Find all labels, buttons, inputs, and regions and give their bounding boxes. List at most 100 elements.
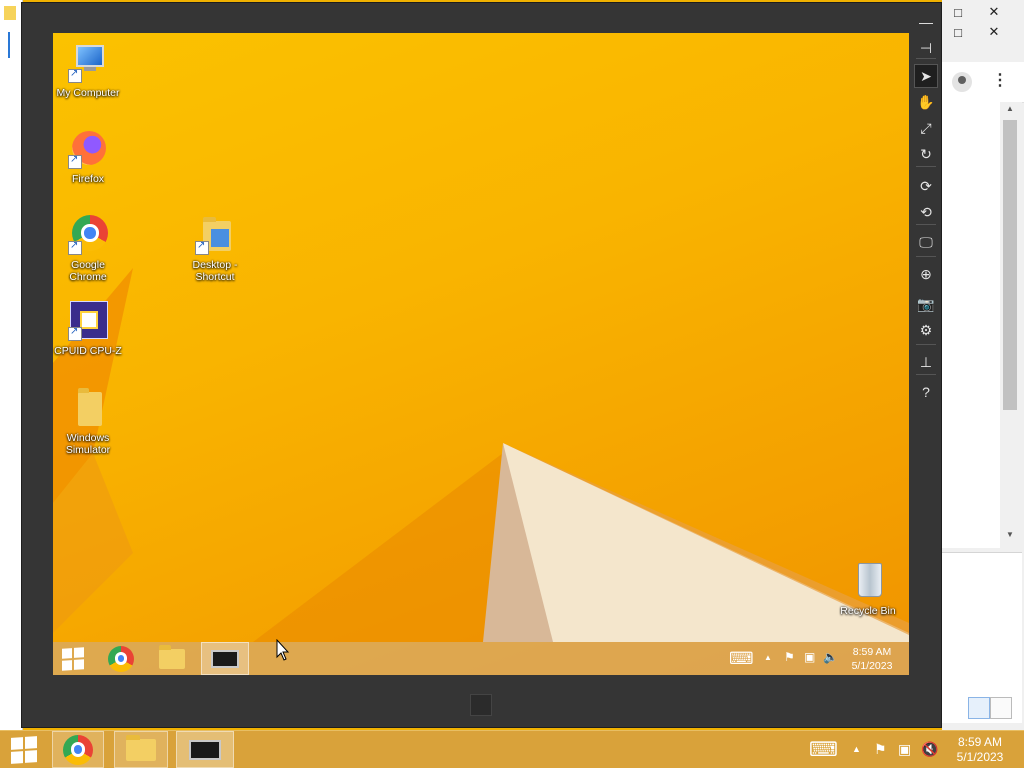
more-options-icon[interactable]: ⋮ xyxy=(992,70,1008,90)
shortcut-arrow-icon xyxy=(195,240,209,255)
recycle-bin-icon xyxy=(848,561,888,601)
host-taskbar-simulator-button[interactable] xyxy=(176,731,234,768)
large-icons-view-icon[interactable] xyxy=(990,697,1012,719)
shortcut-arrow-icon xyxy=(68,326,82,341)
desktop-icon-firefox[interactable]: Firefox xyxy=(53,129,123,185)
file-explorer-icon xyxy=(126,734,156,761)
background-window-right: □ ✕ □ ✕ ⋮ ▲ ▼ xyxy=(942,0,1024,730)
computer-icon xyxy=(68,43,108,83)
desktop-icon-label: My Computer xyxy=(56,87,120,99)
shortcut-arrow-icon xyxy=(68,240,82,255)
taskbar-clock[interactable]: 8:59 AM 5/1/2023 xyxy=(845,645,899,673)
volume-icon[interactable]: 🔈 xyxy=(823,650,838,664)
desktop-icon-label: Windows Simulator xyxy=(65,432,111,456)
desktop-icon-desktop-shortcut[interactable]: Desktop - Shortcut xyxy=(180,215,250,283)
toolbar-separator xyxy=(916,256,936,257)
scroll-down-arrow-icon[interactable]: ▼ xyxy=(1002,530,1018,544)
simulator-screen[interactable]: My Computer Firefox Google Chrome Deskto… xyxy=(53,33,909,675)
desktop-icon-label: Firefox xyxy=(71,173,105,185)
desktop-icon-google-chrome[interactable]: Google Chrome xyxy=(53,215,123,283)
clock-date: 5/1/2023 xyxy=(956,750,1004,764)
host-taskbar-file-explorer-button[interactable] xyxy=(114,731,168,768)
restore-icon[interactable]: □ xyxy=(948,22,968,42)
background-window-left xyxy=(0,0,23,730)
shortcut-arrow-icon xyxy=(68,68,82,83)
desktop-icon-my-computer[interactable]: My Computer xyxy=(53,43,123,99)
cpu-z-icon xyxy=(68,301,108,341)
toolbar-separator xyxy=(916,374,936,375)
desktop-icon-cpuid-cpu-z[interactable]: CPUID CPU-Z xyxy=(53,301,123,357)
folder-shortcut-icon xyxy=(195,215,235,255)
network-icon[interactable]: ▣ xyxy=(898,741,911,758)
panel-header: ⋮ xyxy=(942,62,1024,103)
monitor-icon xyxy=(211,649,239,668)
desktop-icon-label: Recycle Bin xyxy=(840,605,896,617)
clock-date: 5/1/2023 xyxy=(851,660,893,672)
toolbar-separator xyxy=(916,224,936,225)
vertical-scrollbar[interactable]: ▲ ▼ xyxy=(1000,102,1022,548)
folder-tab-icon xyxy=(4,6,16,20)
host-taskbar-clock[interactable]: 8:59 AM 5/1/2023 xyxy=(948,735,1012,765)
taskbar-display-button[interactable] xyxy=(201,642,249,675)
taskbar-chrome-button[interactable] xyxy=(101,642,141,675)
pin-icon[interactable]: ⊣ xyxy=(914,36,938,60)
clock-time: 8:59 AM xyxy=(957,735,1003,749)
chrome-icon xyxy=(68,215,108,255)
selection-bar xyxy=(8,32,10,58)
simulator-toolbar: — ⊣ ➤ ✋ ⤢ ↻ ⟳ ⟲ 🖵 ⊕ 📷 ⚙ ⊥? xyxy=(912,6,940,406)
windows-logo-icon xyxy=(62,646,84,671)
pinch-zoom-icon[interactable]: ⤢ xyxy=(914,116,938,140)
rotate-clockwise-icon[interactable]: ⟳ xyxy=(914,174,938,198)
show-hidden-icons-chevron-icon[interactable]: ▲ xyxy=(852,744,861,754)
network-icon[interactable]: ⊥ xyxy=(914,350,938,374)
hand-tool-icon[interactable]: ✋ xyxy=(914,90,938,114)
restore-icon[interactable]: □ xyxy=(948,2,968,22)
toolbar-separator xyxy=(916,344,936,345)
rotate-gesture-icon[interactable]: ↻ xyxy=(914,142,938,166)
taskbar-file-explorer-button[interactable] xyxy=(151,642,193,675)
clock-time: 8:59 AM xyxy=(852,646,892,658)
settings-icon[interactable]: ⚙ xyxy=(914,318,938,342)
chrome-icon xyxy=(108,645,134,672)
desktop-icon-recycle-bin[interactable]: Recycle Bin xyxy=(833,561,903,617)
chrome-icon xyxy=(63,734,93,765)
toolbar-separator xyxy=(916,166,936,167)
screenshot-icon[interactable]: 📷 xyxy=(914,292,938,316)
change-resolution-icon[interactable]: 🖵 xyxy=(914,230,938,254)
help-icon[interactable]: ? xyxy=(914,380,938,404)
scrollbar-thumb[interactable] xyxy=(1003,120,1017,410)
windows-home-button[interactable] xyxy=(470,694,492,716)
show-hidden-icons-chevron-icon[interactable]: ▲ xyxy=(764,653,772,662)
file-explorer-icon xyxy=(159,644,185,669)
scroll-up-arrow-icon[interactable]: ▲ xyxy=(1002,104,1018,118)
details-view-icon[interactable] xyxy=(968,697,990,719)
minimize-icon[interactable]: — xyxy=(914,10,938,34)
start-button[interactable] xyxy=(55,642,91,675)
wallpaper xyxy=(53,268,909,642)
firefox-icon xyxy=(68,129,108,169)
keyboard-icon[interactable]: ⌨ xyxy=(729,649,754,669)
close-icon[interactable]: ✕ xyxy=(984,2,1004,22)
network-icon[interactable]: ▣ xyxy=(804,650,815,664)
select-pointer-icon[interactable]: ➤ xyxy=(914,64,938,88)
desktop-icon-label: Google Chrome xyxy=(69,259,107,283)
host-start-button[interactable] xyxy=(2,731,46,768)
action-center-flag-icon[interactable]: ⚑ xyxy=(784,650,795,664)
windows-logo-icon xyxy=(11,735,37,764)
close-icon[interactable]: ✕ xyxy=(984,22,1004,42)
volume-muted-icon[interactable]: 🔇 xyxy=(921,741,938,758)
desktop-icon-windows-simulator[interactable]: Windows Simulator xyxy=(53,388,123,456)
mouse-cursor-icon xyxy=(276,639,290,661)
desktop-icon-label: CPUID CPU-Z xyxy=(54,345,122,357)
set-location-icon[interactable]: ⊕ xyxy=(914,262,938,286)
shortcut-arrow-icon xyxy=(68,154,82,169)
host-taskbar-chrome-button[interactable] xyxy=(52,731,104,768)
simulator-taskbar: ⌨ ▲ ⚑ ▣ 🔈 8:59 AM 5/1/2023 xyxy=(53,642,909,675)
keyboard-icon[interactable]: ⌨ xyxy=(809,737,838,762)
folder-icon xyxy=(68,388,108,428)
rotate-counterclockwise-icon[interactable]: ⟲ xyxy=(914,200,938,224)
action-center-flag-icon[interactable]: ⚑ xyxy=(874,741,887,758)
monitor-icon xyxy=(189,739,221,760)
desktop-icon-label: Desktop - Shortcut xyxy=(192,259,238,283)
account-avatar-icon[interactable] xyxy=(952,72,972,92)
